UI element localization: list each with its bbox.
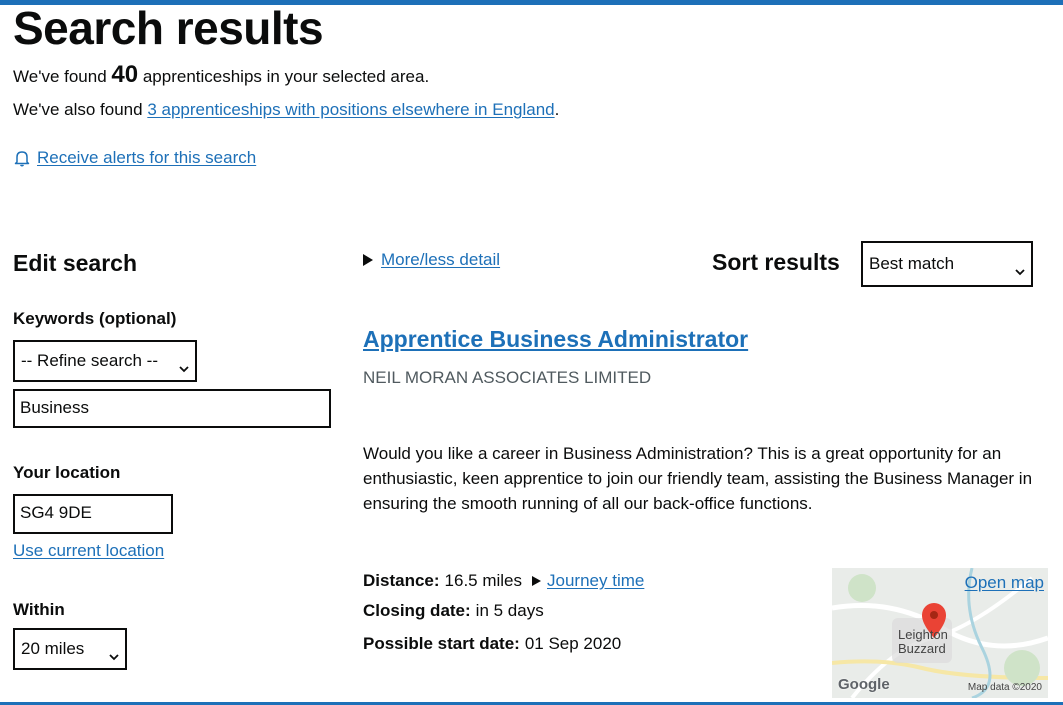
open-map-link[interactable]: Open map <box>965 572 1044 594</box>
start-date-row: Possible start date: 01 Sep 2020 <box>363 633 621 655</box>
journey-time-toggle[interactable]: Journey time <box>532 570 644 592</box>
start-date-label: Possible start date: <box>363 634 520 653</box>
more-less-detail-link[interactable]: More/less detail <box>381 249 500 271</box>
distance-label: Distance: <box>363 571 440 590</box>
edit-search-heading: Edit search <box>13 250 137 276</box>
location-input[interactable]: SG4 9DE <box>13 494 173 534</box>
triangle-right-icon <box>363 254 373 266</box>
chevron-down-icon <box>109 645 119 661</box>
closing-date-label: Closing date: <box>363 601 471 620</box>
result-title-link[interactable]: Apprentice Business Administrator <box>363 326 748 352</box>
sort-results-select[interactable]: Best match <box>861 241 1033 287</box>
refine-search-select[interactable]: -- Refine search -- <box>13 340 197 382</box>
within-select[interactable]: 20 miles <box>13 628 127 670</box>
within-label: Within <box>13 600 65 619</box>
elsewhere-results-link[interactable]: 3 apprenticeships with positions elsewhe… <box>147 100 554 119</box>
result-title[interactable]: Apprentice Business Administrator <box>363 325 748 353</box>
distance-row: Distance: 16.5 miles Journey time <box>363 570 644 592</box>
refine-search-value: -- Refine search -- <box>21 351 158 370</box>
bell-icon <box>13 149 31 167</box>
also-suffix: . <box>554 100 560 119</box>
found-prefix: We've found <box>13 67 107 86</box>
start-date-value: 01 Sep 2020 <box>524 634 622 653</box>
results-count-line: We've found 40 apprenticeships in your s… <box>13 61 430 88</box>
keywords-label: Keywords (optional) <box>13 309 177 328</box>
result-description: Would you like a career in Business Admi… <box>363 444 1033 513</box>
more-less-detail-toggle[interactable]: More/less detail <box>363 249 500 271</box>
receive-alerts[interactable]: Receive alerts for this search <box>13 146 256 170</box>
sort-results-label: Sort results <box>712 249 840 275</box>
google-logo: Google <box>838 676 890 693</box>
also-prefix: We've also found <box>13 100 143 119</box>
found-suffix: apprenticeships in your selected area. <box>142 67 430 86</box>
keywords-input[interactable]: Business <box>13 389 331 428</box>
closing-date-value: in 5 days <box>475 601 544 620</box>
distance-value: 16.5 miles <box>444 571 523 590</box>
journey-time-link[interactable]: Journey time <box>547 570 644 592</box>
employer-name: NEIL MORAN ASSOCIATES LIMITED <box>363 368 652 387</box>
elsewhere-results-line: We've also found 3 apprenticeships with … <box>13 99 559 121</box>
results-count: 40 <box>111 61 139 88</box>
closing-date-row: Closing date: in 5 days <box>363 600 544 622</box>
triangle-right-icon <box>532 576 542 586</box>
chevron-down-icon <box>1015 260 1025 276</box>
map-data-credit: Map data ©2020 <box>967 682 1042 693</box>
use-current-location-link[interactable]: Use current location <box>13 540 164 562</box>
map-place-label: Leighton Buzzard <box>898 627 948 656</box>
sort-results-value: Best match <box>869 254 955 273</box>
result-map[interactable]: Leighton Buzzard Open map Google Map dat… <box>832 568 1048 698</box>
within-value: 20 miles <box>21 639 85 658</box>
chevron-down-icon <box>179 357 189 373</box>
page-title: Search results <box>13 2 324 54</box>
location-label: Your location <box>13 463 121 482</box>
receive-alerts-link[interactable]: Receive alerts for this search <box>37 146 256 170</box>
